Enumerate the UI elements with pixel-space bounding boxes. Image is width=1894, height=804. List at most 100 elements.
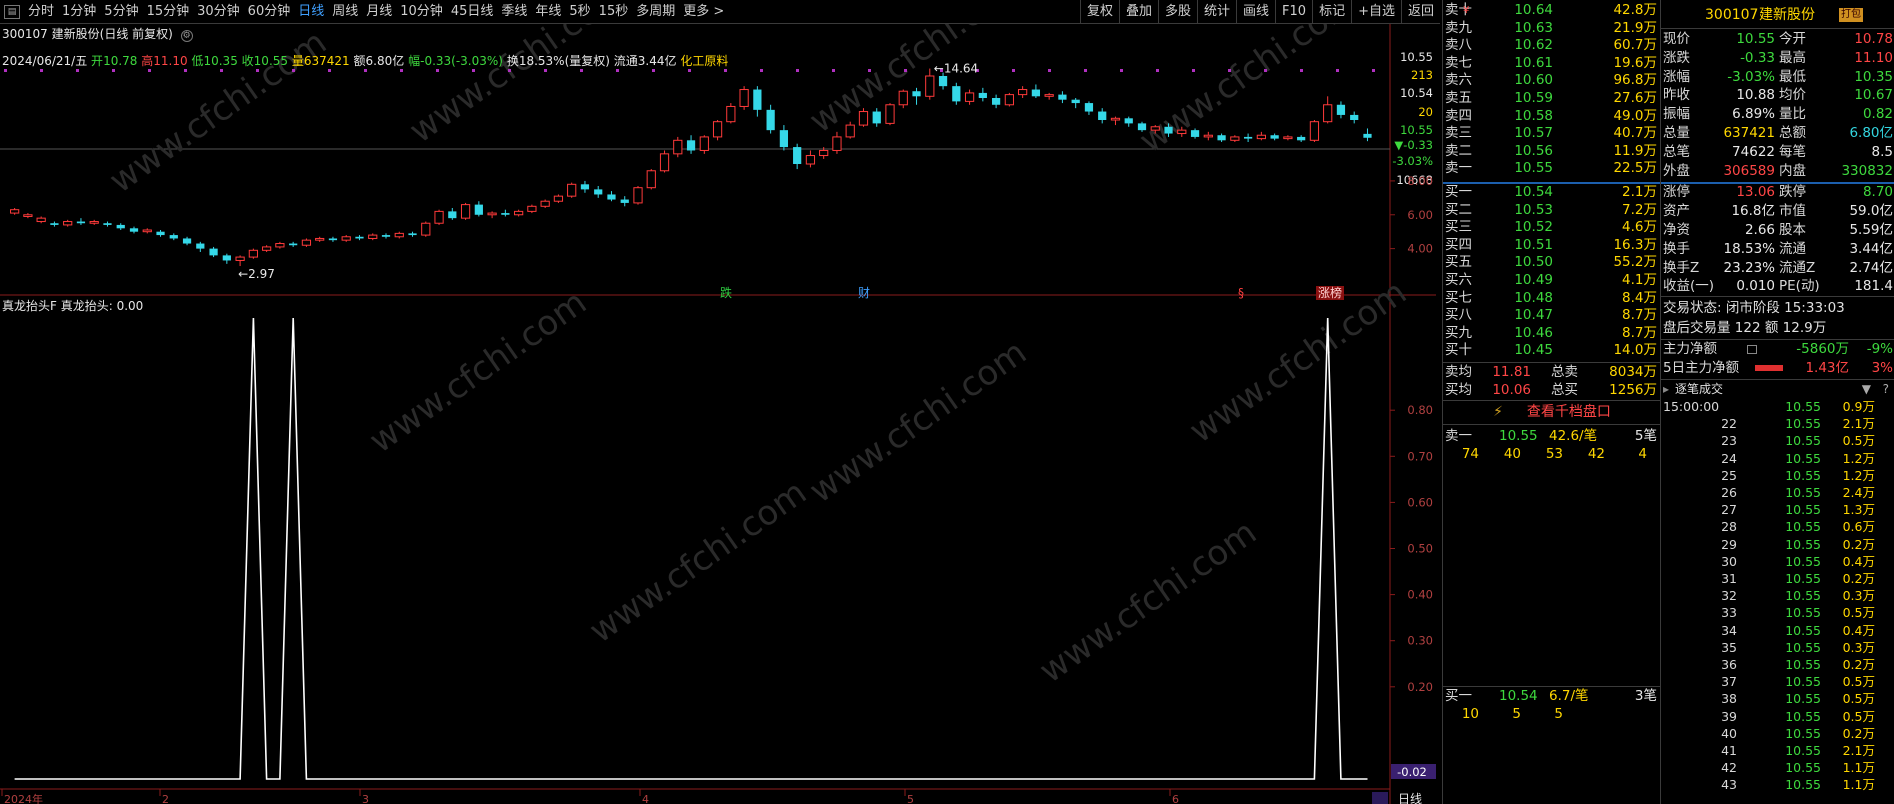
- ask-row[interactable]: 卖六 10.60 96.8万: [1443, 72, 1661, 90]
- event-marker-3[interactable]: 涨榜: [1316, 285, 1344, 300]
- scroll-button[interactable]: [1372, 792, 1388, 804]
- ask-row[interactable]: 卖十 10.64 ¥42.8万: [1443, 2, 1661, 20]
- tick-time: 26: [1721, 485, 1737, 500]
- quote-label: 换手Z: [1663, 259, 1700, 276]
- bid-row[interactable]: 买十 10.45 14.0万: [1443, 342, 1661, 360]
- thousand-book-label: 查看千档盘口: [1526, 404, 1611, 420]
- chart-icon[interactable]: [1747, 345, 1757, 354]
- bid-row[interactable]: 买九 10.46 8.7万: [1443, 325, 1661, 343]
- bid-row[interactable]: 买八 10.47 8.7万: [1443, 307, 1661, 325]
- turnover-value: 换18.53%(量复权): [506, 54, 610, 68]
- candle-body: [938, 76, 948, 87]
- candle-body: [964, 92, 975, 102]
- quote-header: 300107 建新股份 打包: [1661, 2, 1894, 28]
- candle-body: [222, 255, 231, 261]
- period-tab-15[interactable]: 多周期: [632, 0, 679, 24]
- period-tab-11[interactable]: 季线: [497, 0, 531, 24]
- period-tab-4[interactable]: 30分钟: [193, 0, 244, 24]
- bid-row[interactable]: 买五 10.50 55.2万: [1443, 254, 1661, 272]
- toolbar-button-1[interactable]: 叠加: [1118, 0, 1158, 24]
- bid-row[interactable]: 买四 10.51 16.3万: [1443, 237, 1661, 255]
- thousand-book-link[interactable]: ⚡ 查看千档盘口: [1443, 402, 1661, 422]
- quote-label: PE(动): [1779, 278, 1820, 295]
- bid-row[interactable]: 买三 10.52 4.6万: [1443, 219, 1661, 237]
- candle-body: [766, 109, 775, 131]
- period-tab-1[interactable]: 1分钟: [58, 0, 100, 24]
- sector-link[interactable]: 化工原料: [680, 54, 728, 68]
- toolbar-button-8[interactable]: 返回: [1400, 0, 1440, 24]
- kline-chart[interactable]: www.cfchi.com www.cfchi.com www.cfchi.com w…: [0, 24, 1436, 804]
- bid-price: 10.49: [1514, 272, 1553, 288]
- bid-row[interactable]: 买七 10.48 8.4万: [1443, 290, 1661, 308]
- toolbar-button-3[interactable]: 统计: [1197, 0, 1236, 24]
- period-tab-10[interactable]: 45日线: [447, 0, 498, 24]
- ask-volume: 42.8万: [1613, 2, 1657, 18]
- event-marker-1[interactable]: 财: [858, 286, 870, 300]
- candle-body: [872, 111, 881, 124]
- ask-row[interactable]: 卖九 10.63 21.9万: [1443, 20, 1661, 38]
- candle-body: [408, 233, 417, 236]
- candle-body: [460, 204, 471, 219]
- period-tab-6[interactable]: 日线: [294, 0, 328, 24]
- tick-price: 10.55: [1785, 467, 1821, 483]
- ask-row[interactable]: 卖四 10.58 49.0万: [1443, 108, 1661, 126]
- toolbar-button-4[interactable]: 画线: [1236, 0, 1275, 24]
- filter-icon[interactable]: ▼: [1862, 380, 1871, 398]
- collapse-icon[interactable]: ▸: [1663, 380, 1669, 398]
- toolbar-button-0[interactable]: 复权: [1079, 0, 1119, 24]
- period-tab-bottom[interactable]: 日线: [1398, 792, 1422, 804]
- signal-dot: [832, 69, 835, 72]
- ask-row[interactable]: 卖八 10.62 60.7万: [1443, 37, 1661, 55]
- candle-body: [448, 211, 457, 219]
- bid-label: 买三: [1445, 219, 1472, 236]
- bid-row[interactable]: 买二 10.53 7.2万: [1443, 202, 1661, 220]
- toolbar-button-5[interactable]: F10: [1275, 0, 1312, 24]
- tick-row: 29 10.55 0.2万: [1661, 536, 1894, 553]
- stock-title: 300107 建新股份(日线 前复权) ⚙: [2, 25, 193, 43]
- settings-icon[interactable]: ⚙: [180, 30, 193, 42]
- quote-row: 涨停 13.06 跌停 8.70: [1661, 183, 1894, 202]
- tick-price: 10.55: [1785, 553, 1821, 569]
- ask-row[interactable]: 卖七 10.61 19.6万: [1443, 55, 1661, 73]
- event-marker-0[interactable]: 跌: [720, 285, 732, 300]
- candle-body: [832, 136, 842, 151]
- period-tab-13[interactable]: 5秒: [565, 0, 594, 24]
- high-label: 高: [141, 54, 154, 68]
- period-tab-12[interactable]: 年线: [531, 0, 565, 24]
- ask-row[interactable]: 卖一 10.55 22.5万: [1443, 160, 1661, 178]
- ask-row[interactable]: 卖五 10.59 27.6万: [1443, 90, 1661, 108]
- toolbar-button-6[interactable]: 标记: [1312, 0, 1351, 24]
- bid-row[interactable]: 买六 10.49 4.1万: [1443, 272, 1661, 290]
- toolbar-button-2[interactable]: 多股: [1157, 0, 1197, 24]
- price-axis-label-4: 10.55: [1400, 123, 1433, 137]
- help-icon[interactable]: ?: [1883, 380, 1889, 398]
- period-tab-9[interactable]: 10分钟: [396, 0, 447, 24]
- period-tab-8[interactable]: 月线: [362, 0, 396, 24]
- svg-text:跌: 跌: [720, 285, 732, 300]
- period-tab-3[interactable]: 15分钟: [143, 0, 194, 24]
- ask-price: 10.55: [1514, 160, 1553, 177]
- tick-time: 36: [1721, 657, 1737, 672]
- ask-row[interactable]: 卖三 10.57 40.7万: [1443, 125, 1661, 143]
- package-badge[interactable]: 打包: [1839, 8, 1863, 22]
- tick-row: 43 10.55 1.1万: [1661, 776, 1894, 793]
- period-tab-2[interactable]: 5分钟: [100, 0, 142, 24]
- period-tab-14[interactable]: 15秒: [595, 0, 633, 24]
- ask-row[interactable]: 卖二 10.56 11.9万: [1443, 143, 1661, 161]
- ask-label: 卖一: [1445, 160, 1472, 177]
- candle-body: [567, 183, 577, 197]
- bid-row[interactable]: 买一 10.54 2.1万: [1443, 184, 1661, 202]
- candle-body: [1150, 126, 1160, 131]
- menu-icon[interactable]: ▤: [4, 4, 20, 19]
- period-tab-0[interactable]: 分时: [24, 0, 58, 24]
- quote-label: 涨幅: [1663, 68, 1690, 85]
- candle-body: [1309, 121, 1320, 141]
- signal-dot: [1120, 69, 1123, 72]
- period-tab-16[interactable]: 更多 >: [679, 0, 728, 24]
- toolbar-button-7[interactable]: +自选: [1351, 0, 1401, 24]
- bid-volume: 16.3万: [1613, 236, 1657, 253]
- period-tab-7[interactable]: 周线: [328, 0, 362, 24]
- tick-price: 10.55: [1785, 760, 1821, 776]
- period-tab-5[interactable]: 60分钟: [244, 0, 295, 24]
- event-marker-2[interactable]: §: [1238, 286, 1244, 300]
